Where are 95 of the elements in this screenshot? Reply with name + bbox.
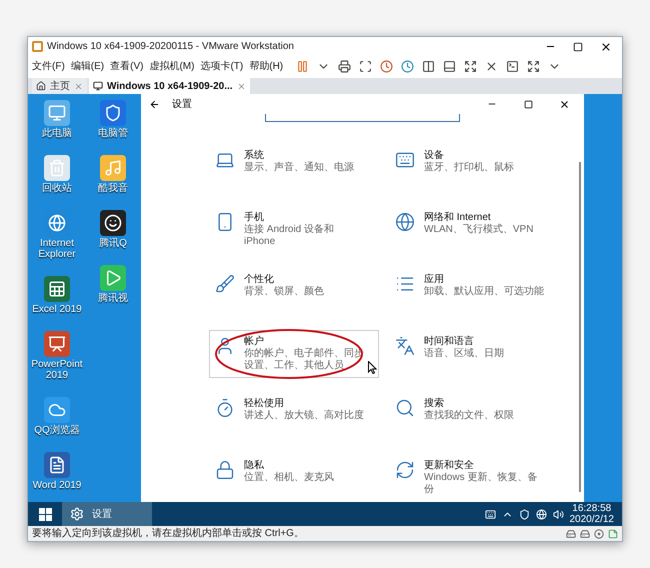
gear-icon xyxy=(70,507,84,521)
disc-icon[interactable] xyxy=(594,528,604,538)
maximize-icon[interactable] xyxy=(573,42,583,52)
settings-category[interactable]: 网络和 Internet WLAN、飞行模式、VPN xyxy=(389,206,559,254)
category-description: WLAN、飞行模式、VPN xyxy=(424,224,534,236)
menu-item[interactable]: 帮助(H) xyxy=(249,59,284,74)
category-title: 系统 xyxy=(244,149,265,162)
shield-icon[interactable] xyxy=(100,100,126,126)
category-description: 显示、声音、通知、电源 xyxy=(244,162,355,174)
language-icon xyxy=(394,335,416,357)
category-description: Windows 更新、恢复、备份 xyxy=(424,472,538,496)
menu-item[interactable]: 选项卡(T) xyxy=(200,59,244,74)
desktop-icon-label: 电脑管 xyxy=(98,128,128,139)
desktop-icon-label: 此电脑 xyxy=(42,128,72,139)
scrollbar[interactable] xyxy=(579,162,581,492)
spreadsheet-icon[interactable] xyxy=(44,276,70,302)
category-title: 设备 xyxy=(424,149,445,162)
close-icon[interactable] xyxy=(600,40,612,53)
settings-category[interactable]: 时间和语言 语音、区域、日期 xyxy=(389,330,559,378)
settings-category[interactable]: 更新和安全 Windows 更新、恢复、备份 xyxy=(389,454,559,502)
settings-category[interactable]: 手机 连接 Android 设备和 iPhone xyxy=(209,206,379,254)
search-field[interactable] xyxy=(265,114,460,122)
keyboard-icon[interactable] xyxy=(484,508,496,520)
windows-logo-icon[interactable] xyxy=(38,508,52,520)
settings-category[interactable]: 搜索 查找我的文件、权限 xyxy=(389,392,559,440)
settings-category[interactable]: 应用 卸载、默认应用、可选功能 xyxy=(389,268,559,316)
category-title: 应用 xyxy=(424,273,445,286)
app-logo-icon xyxy=(32,41,43,52)
category-description: 背景、锁屏、颜色 xyxy=(244,286,325,298)
lock-icon xyxy=(214,459,236,481)
category-title: 搜索 xyxy=(424,397,445,410)
category-title: 个性化 xyxy=(244,273,275,286)
shield-icon[interactable] xyxy=(518,508,530,520)
taskbar-app[interactable]: 设置 xyxy=(62,502,152,526)
category-description: 蓝牙、打印机、鼠标 xyxy=(424,162,515,174)
settings-category[interactable]: 隐私 位置、相机、麦克风 xyxy=(209,454,379,502)
close-icon[interactable] xyxy=(558,98,570,110)
category-description: 查找我的文件、权限 xyxy=(424,410,515,422)
maximize-icon[interactable] xyxy=(524,100,532,108)
menu-item[interactable]: 编辑(E) xyxy=(70,59,104,74)
menu-item[interactable]: 虚拟机(M) xyxy=(149,59,194,74)
music-icon[interactable] xyxy=(100,155,126,181)
category-title: 时间和语言 xyxy=(424,335,475,348)
status-text: 要将输入定向到该虚拟机，请在虚拟机内部单击或按 Ctrl+G。 xyxy=(32,526,305,541)
desktop-icon-label: 腾讯视 xyxy=(98,293,128,304)
monitor-icon xyxy=(93,81,103,91)
desktop-icon-label: 回收站 xyxy=(42,183,72,194)
category-description: 语音、区域、日期 xyxy=(424,348,505,360)
tab[interactable]: 主页 xyxy=(32,78,87,94)
search-icon xyxy=(394,397,416,419)
desktop-icon-label: PowerPoint 2019 xyxy=(30,359,84,381)
settings-category[interactable]: 设备 蓝牙、打印机、鼠标 xyxy=(389,144,559,192)
monitor-icon[interactable] xyxy=(44,100,70,126)
category-description: 连接 Android 设备和 iPhone xyxy=(244,224,336,248)
desktop-icon-label: 腾讯Q xyxy=(99,238,127,249)
speaker-icon[interactable] xyxy=(552,508,564,520)
globe-icon xyxy=(394,211,416,233)
category-title: 隐私 xyxy=(244,459,265,472)
clock-date: 2020/2/12 xyxy=(570,514,614,525)
menu-item[interactable]: 查看(V) xyxy=(110,59,144,74)
desktop-icon-label: Word 2019 xyxy=(32,480,82,491)
window-title: Windows 10 x64-1909-20200115 - VMware Workstation xyxy=(47,40,295,54)
category-description: 卸载、默认应用、可选功能 xyxy=(424,286,544,298)
category-title: 手机 xyxy=(244,211,265,224)
note-icon[interactable] xyxy=(608,528,618,538)
tab[interactable]: Windows 10 x64-1909-20... xyxy=(89,78,250,94)
document-icon[interactable] xyxy=(44,452,70,478)
refresh-icon xyxy=(394,459,416,481)
drive-icon[interactable] xyxy=(580,528,590,538)
back-icon[interactable] xyxy=(149,98,160,110)
settings-category[interactable]: 轻松使用 讲述人、放大镜、高对比度 xyxy=(209,392,379,440)
settings-title: 设置 xyxy=(172,98,193,112)
desktop-icon-label: Excel 2019 xyxy=(32,304,82,315)
settings-category[interactable]: 个性化 背景、锁屏、颜色 xyxy=(209,268,379,316)
clock-time: 16:28:58 xyxy=(572,503,612,514)
menu-item[interactable]: 文件(F) xyxy=(32,59,65,74)
settings-category[interactable]: 系统 显示、声音、通知、电源 xyxy=(209,144,379,192)
desktop-icon-label: QQ浏览器 xyxy=(34,425,80,436)
desktop-icon-label: 酷我音 xyxy=(98,183,128,194)
home-icon xyxy=(36,81,46,91)
desktop-icon-label: Internet Explorer xyxy=(37,238,77,260)
play-icon[interactable] xyxy=(100,265,126,291)
category-description: 讲述人、放大镜、高对比度 xyxy=(244,410,364,422)
penguin-icon[interactable] xyxy=(100,210,126,236)
globe-icon[interactable] xyxy=(536,508,546,520)
category-title: 网络和 Internet xyxy=(424,211,492,224)
presentation-icon[interactable] xyxy=(44,331,70,357)
drive-icon[interactable] xyxy=(566,528,576,538)
brush-icon xyxy=(214,273,236,295)
category-title: 轻松使用 xyxy=(244,397,285,410)
category-title: 更新和安全 xyxy=(424,459,475,472)
cloud-icon[interactable] xyxy=(44,397,70,423)
category-description: 位置、相机、麦克风 xyxy=(244,472,335,484)
mouse-cursor-icon xyxy=(368,361,377,374)
category-title: 帐户 xyxy=(244,335,264,348)
